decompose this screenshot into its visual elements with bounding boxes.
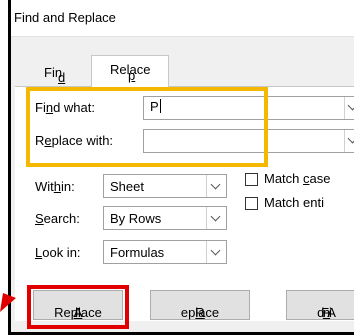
within-dropdown-button[interactable] bbox=[206, 175, 226, 197]
match-entire-label: Match enti bbox=[264, 195, 324, 210]
match-case-checkbox[interactable] bbox=[245, 173, 258, 186]
chevron-down-icon bbox=[347, 133, 354, 144]
search-value: By Rows bbox=[110, 211, 162, 226]
chevron-down-icon bbox=[347, 100, 354, 111]
look-in-dropdown-button[interactable] bbox=[206, 241, 226, 263]
within-label: Within: bbox=[35, 179, 75, 194]
title-bar: Find and Replace bbox=[11, 0, 354, 37]
match-case-label: Match case bbox=[264, 171, 331, 186]
replace-with-label: Replace with: bbox=[35, 133, 114, 148]
replace-all-button[interactable]: Replace All bbox=[33, 290, 123, 320]
within-value: Sheet bbox=[110, 179, 144, 194]
look-in-label: Look in: bbox=[35, 245, 81, 260]
replace-with-input[interactable] bbox=[143, 129, 354, 153]
chevron-down-icon bbox=[210, 211, 221, 222]
tab-replace-label: Re p lace bbox=[110, 62, 151, 83]
red-arrow-icon bbox=[0, 293, 16, 312]
find-what-input[interactable]: P bbox=[143, 96, 354, 120]
search-label: Search: bbox=[35, 211, 80, 226]
find-what-value: P bbox=[150, 99, 161, 114]
chevron-down-icon bbox=[210, 245, 221, 256]
find-what-label: Find what: bbox=[35, 100, 95, 115]
search-select[interactable]: By Rows bbox=[103, 206, 227, 230]
find-all-button[interactable]: Fi n d A bbox=[286, 290, 354, 320]
replace-button[interactable]: Replace bbox=[150, 290, 250, 320]
chevron-down-icon bbox=[210, 179, 221, 190]
dialog-title: Find and Replace bbox=[14, 10, 116, 25]
tab-find[interactable]: Fin d bbox=[30, 60, 90, 86]
tab-replace[interactable]: Re p lace bbox=[91, 55, 169, 87]
look-in-select[interactable]: Formulas bbox=[103, 240, 227, 264]
look-in-value: Formulas bbox=[110, 245, 165, 260]
tab-find-label: Fin d bbox=[44, 65, 66, 85]
find-what-dropdown[interactable] bbox=[344, 97, 354, 119]
match-entire-checkbox[interactable] bbox=[245, 197, 258, 210]
within-select[interactable]: Sheet bbox=[103, 174, 227, 198]
replace-with-dropdown[interactable] bbox=[344, 130, 354, 152]
search-dropdown-button[interactable] bbox=[206, 207, 226, 229]
